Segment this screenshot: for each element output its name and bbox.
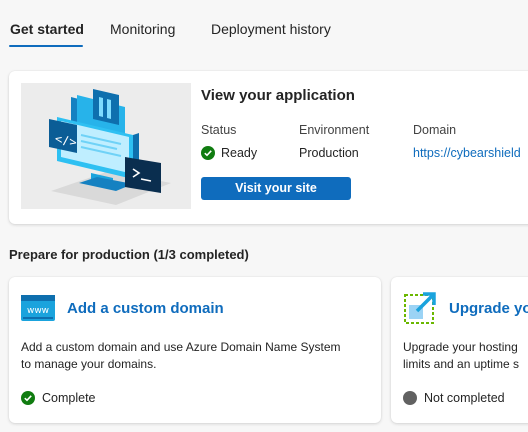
description-line: to manage your domains.: [21, 357, 157, 371]
visit-site-button[interactable]: Visit your site: [201, 177, 351, 200]
get-started-page: Get started Monitoring Deployment histor…: [0, 0, 528, 432]
status-text: Ready: [221, 146, 258, 160]
status-text: Not completed: [424, 391, 505, 405]
web-app-illustration: </>: [21, 83, 191, 209]
active-tab-indicator: [9, 45, 83, 47]
upgrade-arrow-icon: [404, 292, 436, 324]
prepare-production-heading: Prepare for production (1/3 completed): [9, 247, 249, 262]
view-application-card: </> View your application Status Ready E…: [9, 71, 528, 224]
upgrade-plan-card: Upgrade yo Upgrade your hosting limits a…: [391, 277, 528, 423]
tab-bar: Get started Monitoring Deployment histor…: [0, 0, 528, 52]
svg-text:www: www: [27, 306, 49, 316]
domain-link[interactable]: https://cybearshield: [413, 146, 521, 160]
custom-domain-title[interactable]: Add a custom domain: [67, 300, 224, 317]
check-circle-icon: [21, 391, 35, 405]
domain-label: Domain: [413, 123, 457, 137]
custom-domain-description: Add a custom domain and use Azure Domain…: [21, 339, 371, 373]
environment-label: Environment: [299, 123, 370, 137]
tab-get-started[interactable]: Get started: [10, 21, 84, 37]
upgrade-title[interactable]: Upgrade yo: [449, 300, 528, 317]
description-line: Upgrade your hosting: [403, 340, 518, 354]
custom-domain-card: www Add a custom domain Add a custom dom…: [9, 277, 381, 423]
custom-domain-status: Complete: [21, 391, 96, 405]
upgrade-status: Not completed: [403, 391, 505, 405]
www-icon: www: [21, 295, 55, 321]
status-label: Status: [201, 123, 237, 137]
grey-dot-icon: [403, 391, 417, 405]
description-line: Add a custom domain and use Azure Domain…: [21, 340, 341, 354]
status-text: Complete: [42, 391, 96, 405]
description-line: limits and an uptime s: [403, 357, 520, 371]
app-card-title: View your application: [201, 87, 355, 104]
upgrade-description: Upgrade your hosting limits and an uptim…: [403, 339, 528, 373]
status-value: Ready: [201, 146, 257, 160]
environment-value: Production: [299, 146, 359, 160]
tab-deployment-history[interactable]: Deployment history: [211, 21, 331, 37]
tab-monitoring[interactable]: Monitoring: [110, 21, 175, 37]
check-circle-icon: [201, 146, 215, 160]
